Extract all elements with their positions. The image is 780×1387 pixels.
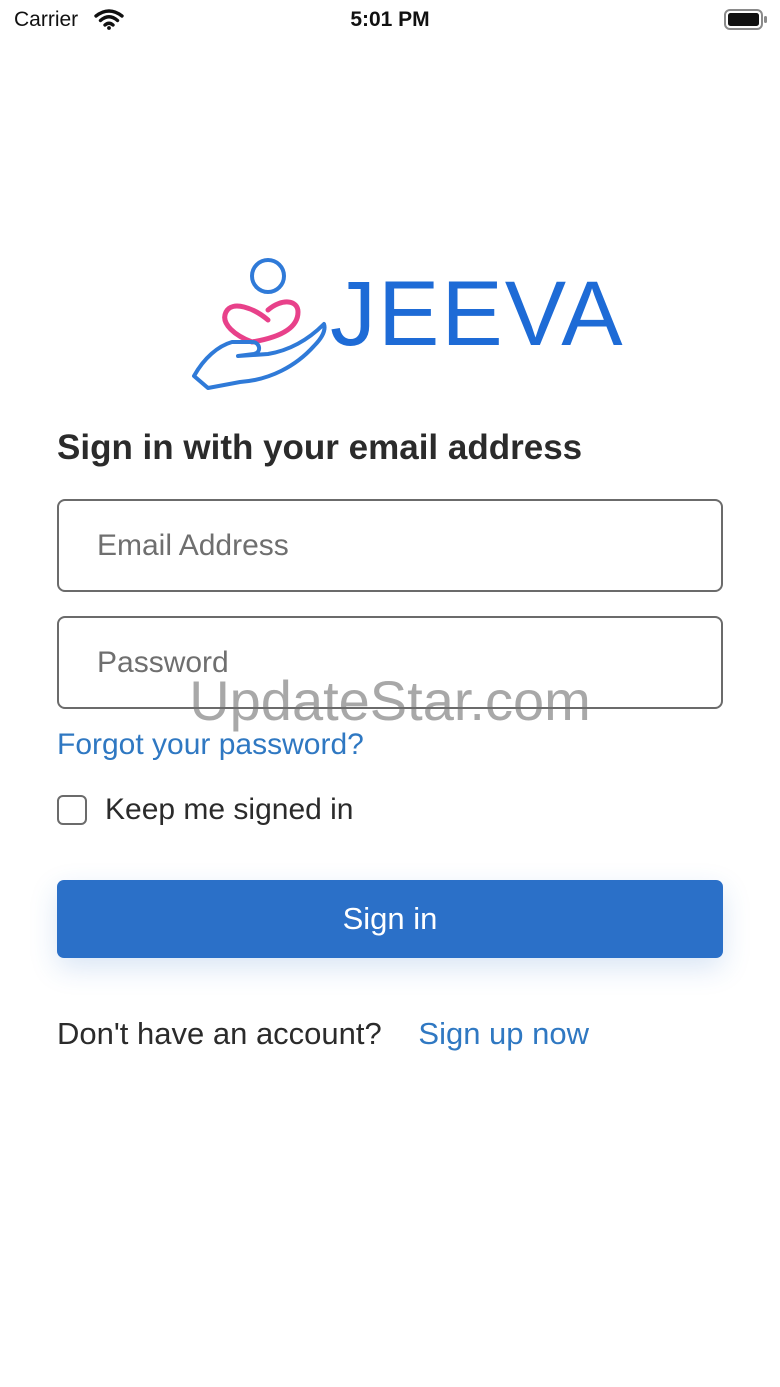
hand-holding-heart-icon [188,254,330,394]
sign-in-screen: Carrier 5:01 PM JEEVA Sign in with your … [0,0,780,1387]
keep-signed-in[interactable]: Keep me signed in [57,792,354,828]
forgot-password-link[interactable]: Forgot your password? [57,728,364,762]
password-field[interactable] [57,616,723,709]
page-title: Sign in with your email address [57,428,583,467]
sign-in-button[interactable]: Sign in [57,880,723,958]
keep-signed-in-label: Keep me signed in [105,793,354,826]
signup-row: Don't have an account? Sign up now [57,1016,589,1052]
status-bar: Carrier 5:01 PM [0,0,780,40]
logo-text: JEEVA [330,263,625,365]
signup-prompt: Don't have an account? [57,1016,382,1051]
jeeva-logo: JEEVA [188,254,623,394]
status-time: 5:01 PM [350,8,430,31]
email-field[interactable] [57,499,723,592]
sign-up-link[interactable]: Sign up now [418,1016,589,1051]
keep-signed-in-checkbox[interactable] [57,795,87,825]
battery-full-icon [724,9,768,30]
